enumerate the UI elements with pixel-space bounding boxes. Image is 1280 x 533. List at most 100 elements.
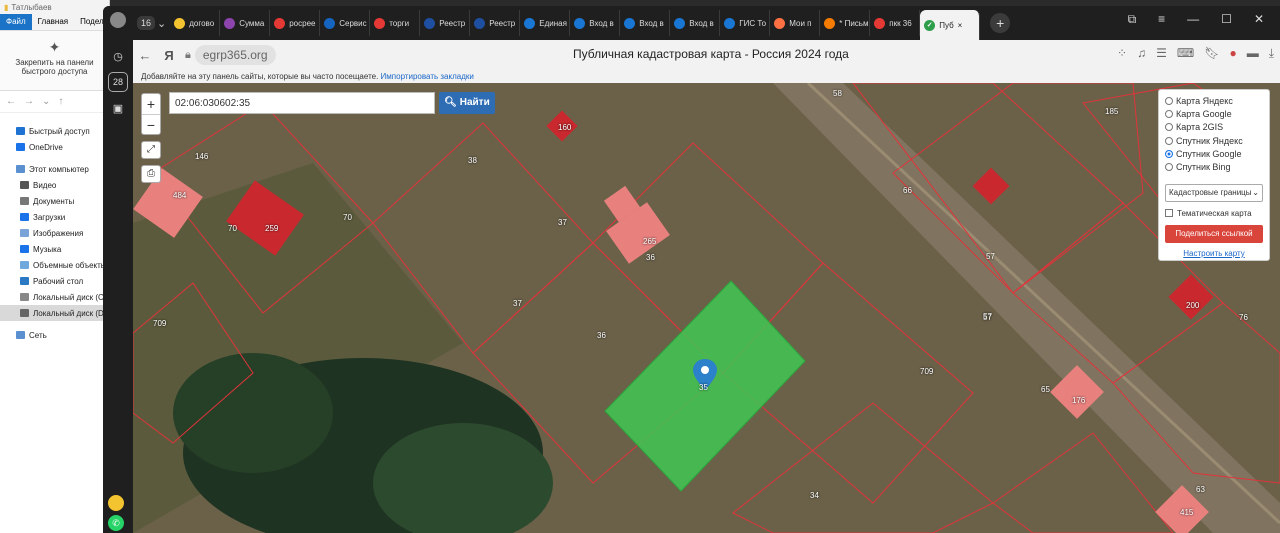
print-button[interactable]: ⎙ <box>141 165 161 183</box>
back-arrow-icon[interactable]: ← <box>6 96 16 107</box>
apps-icon[interactable]: ⁘ <box>1117 46 1127 61</box>
layer-option[interactable]: Карта Google <box>1165 107 1263 120</box>
history-icon[interactable]: ◷ <box>108 46 128 66</box>
browser-tab[interactable]: Вход в <box>620 10 671 36</box>
yandex-app-icon[interactable] <box>108 495 124 511</box>
folder-icon <box>20 213 29 221</box>
maximize-button[interactable]: ☐ <box>1221 12 1232 26</box>
tab-count-badge[interactable]: 16 <box>137 16 156 30</box>
browser-tab[interactable]: Сервис <box>320 10 371 36</box>
browser-tab[interactable]: Вход в <box>570 10 621 36</box>
chevron-down-icon[interactable]: ⌄ <box>157 17 166 30</box>
find-button[interactable]: 🔍︎ Найти <box>439 92 495 114</box>
yandex-icon[interactable]: Я <box>157 48 181 63</box>
tree-item[interactable]: Загрузки <box>0 209 109 225</box>
browser-tab[interactable]: ГИС То <box>720 10 771 36</box>
radio-button[interactable] <box>1165 149 1173 158</box>
screenshot-icon[interactable]: ▣ <box>108 98 128 118</box>
reader-icon[interactable]: ☰ <box>1156 46 1167 61</box>
browser-tab[interactable]: Вход в <box>670 10 721 36</box>
cadastral-map[interactable]: 146 58 185 38 66 484 259 70 37 265 36 57 70 37 36 57 709… <box>133 83 1280 533</box>
tree-item[interactable]: Изображения <box>0 225 109 241</box>
share-link-button[interactable]: Поделиться ссылкой <box>1165 224 1263 243</box>
tree-item[interactable]: Рабочий стол <box>0 273 109 289</box>
layer-option[interactable]: Карта Яндекс <box>1165 94 1263 107</box>
cadastral-search-input[interactable]: 02:06:030602:35 <box>169 92 435 114</box>
vpn-icon[interactable]: ▬ <box>1247 46 1259 61</box>
thematic-map-checkbox[interactable]: Тематическая карта <box>1165 209 1263 218</box>
layer-option[interactable]: Спутник Bing <box>1165 160 1263 173</box>
address-bar[interactable]: 🔒︎ egrp365.org <box>185 45 276 65</box>
collections-icon[interactable]: ⧉ <box>1128 12 1137 27</box>
layer-option[interactable]: Карта 2GIS <box>1165 121 1263 134</box>
back-arrow-icon[interactable]: ← <box>133 48 157 63</box>
zoom-out-button[interactable]: − <box>142 114 160 134</box>
favicon-icon <box>824 17 836 29</box>
browser-tab[interactable]: росрее <box>270 10 321 36</box>
tree-item[interactable]: OneDrive <box>0 139 109 155</box>
tree-item[interactable]: Видео <box>0 177 109 193</box>
tree-item[interactable]: Сеть <box>0 327 109 343</box>
radio-button[interactable] <box>1165 163 1173 172</box>
layer-option[interactable]: Спутник Яндекс <box>1165 134 1263 147</box>
pin-to-quick-access-button[interactable]: Закрепить на панели быстрого доступа <box>15 58 93 76</box>
browser-tab[interactable]: Мои п <box>770 10 821 36</box>
browser-tab[interactable]: Сумма <box>220 10 271 36</box>
bookmark-icon[interactable]: 🔖︎ <box>1204 46 1219 61</box>
radio-button[interactable] <box>1165 109 1173 118</box>
fullscreen-button[interactable]: ⤢ <box>141 141 161 159</box>
close-window-button[interactable]: ✕ <box>1254 12 1264 26</box>
toolbar-actions: ⁘ ♫ ☰ ⌨ 🔖︎ ● ▬ ⤓ <box>1117 46 1274 61</box>
tab-file[interactable]: Файл <box>0 14 32 30</box>
radio-button[interactable] <box>1165 136 1173 145</box>
up-arrow-icon[interactable]: ↑ <box>58 96 63 107</box>
headphones-icon[interactable]: ♫ <box>1137 46 1146 61</box>
chevron-down-icon[interactable]: ⌄ <box>42 96 50 107</box>
translate-icon[interactable]: ⌨ <box>1177 46 1194 61</box>
browser-tab[interactable]: догово <box>170 10 221 36</box>
browser-tab[interactable]: Реестр <box>420 10 471 36</box>
tab-label: Мои п <box>789 18 812 28</box>
satellite-map-canvas[interactable] <box>133 83 1280 533</box>
profile-avatar[interactable] <box>110 12 126 28</box>
tree-item-label: Этот компьютер <box>29 164 89 174</box>
download-icon[interactable]: ⤓ <box>1269 46 1274 61</box>
parcel-number-label: 160 <box>558 123 572 132</box>
tree-item[interactable]: Локальный диск (D:) <box>0 305 109 321</box>
tab-active[interactable]: ✓ Пуб × <box>920 10 981 40</box>
tab-home[interactable]: Главная <box>32 14 74 30</box>
whatsapp-icon[interactable]: ✆ <box>108 515 124 531</box>
overlay-select[interactable]: Кадастровые границы ⌄ <box>1165 183 1263 202</box>
layer-option[interactable]: Спутник Google <box>1165 147 1263 160</box>
browser-tab[interactable]: торги <box>370 10 421 36</box>
tree-item[interactable]: Музыка <box>0 241 109 257</box>
calendar-icon[interactable]: 28 <box>108 72 128 92</box>
checkbox-box[interactable] <box>1165 209 1173 218</box>
tree-item[interactable]: Документы <box>0 193 109 209</box>
tab-label: росрее <box>289 18 316 28</box>
tree-item-label: Рабочий стол <box>33 276 84 286</box>
browser-tab[interactable]: Единая <box>520 10 571 36</box>
browser-tab[interactable]: * Письм <box>820 10 871 36</box>
url-text[interactable]: egrp365.org <box>194 45 276 65</box>
new-tab-button[interactable]: + <box>990 13 1011 33</box>
configure-map-link[interactable]: Настроить карту <box>1165 249 1263 258</box>
folder-icon <box>20 229 29 237</box>
browser-tab[interactable]: пкк 36 <box>870 10 921 36</box>
tree-item[interactable]: Объемные объекты <box>0 257 109 273</box>
browser-tab[interactable]: Реестр <box>470 10 521 36</box>
radio-button[interactable] <box>1165 123 1173 132</box>
parcel-number-label: 265 <box>643 237 657 246</box>
minimize-button[interactable]: — <box>1187 12 1199 26</box>
tree-item[interactable]: Этот компьютер <box>0 161 109 177</box>
import-bookmarks-link[interactable]: Импортировать закладки <box>381 72 474 81</box>
tab-bar: 16 ⌄ догово Сумма росрее Сервис торги Реестр Р… <box>133 6 1280 40</box>
tree-item[interactable]: Быстрый доступ <box>0 123 109 139</box>
menu-icon[interactable]: ≡ <box>1158 12 1165 26</box>
zoom-in-button[interactable]: + <box>142 94 160 114</box>
tree-item[interactable]: Локальный диск (C:) <box>0 289 109 305</box>
close-icon[interactable]: × <box>958 21 963 30</box>
extension-icon[interactable]: ● <box>1229 46 1236 61</box>
radio-button[interactable] <box>1165 96 1173 105</box>
forward-arrow-icon[interactable]: → <box>24 96 34 107</box>
